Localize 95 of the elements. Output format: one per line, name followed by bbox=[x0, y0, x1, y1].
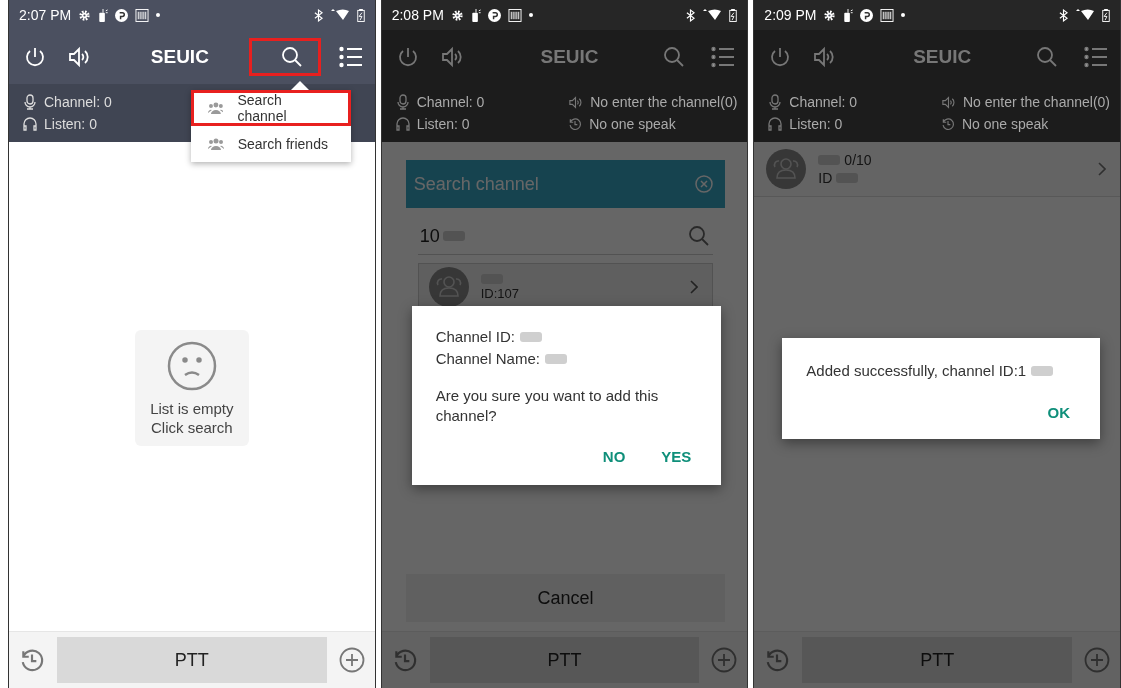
redaction-blur bbox=[1031, 366, 1054, 376]
group-avatar-icon bbox=[428, 267, 469, 307]
speaker-icon bbox=[940, 94, 956, 110]
add-circle-icon[interactable] bbox=[338, 647, 365, 673]
microphone-icon bbox=[23, 94, 37, 110]
gear-icon bbox=[823, 8, 837, 22]
group-avatar-icon bbox=[766, 149, 807, 189]
bluetooth-icon bbox=[686, 8, 696, 22]
channel-id: ID bbox=[818, 170, 833, 186]
redaction-blur bbox=[519, 332, 542, 342]
speaker-icon bbox=[67, 45, 91, 69]
barcode-icon bbox=[507, 8, 522, 22]
speaker-icon bbox=[568, 94, 584, 110]
dialog-field-label: Channel ID: bbox=[435, 327, 515, 347]
channel-status: No enter the channel(0) bbox=[962, 94, 1110, 110]
walkie-talkie-icon bbox=[98, 8, 109, 22]
dialog-message: Added successfully, channel ID:1 bbox=[806, 361, 1027, 381]
gear-icon bbox=[78, 8, 92, 22]
power-icon[interactable] bbox=[23, 45, 47, 69]
history-icon bbox=[764, 647, 791, 673]
dialog-message: Are you sure you want to add this channel? bbox=[435, 386, 660, 426]
empty-message: List is empty bbox=[150, 400, 234, 417]
channel-status: No enter the channel(0) bbox=[590, 94, 738, 110]
listen-count: Listen: 0 bbox=[789, 116, 843, 132]
dialog-title: Search channel bbox=[413, 173, 539, 195]
dialog-button[interactable]: YES bbox=[655, 444, 698, 469]
menu-item[interactable]: Search friends bbox=[190, 126, 351, 162]
search-value: 10 bbox=[419, 225, 440, 247]
ptt-button[interactable]: PTT bbox=[57, 637, 327, 683]
barcode-icon bbox=[880, 8, 895, 22]
dot-icon bbox=[156, 13, 161, 17]
ptt-button[interactable]: PTT bbox=[802, 637, 1072, 683]
battery-icon bbox=[729, 8, 738, 22]
status-time: 2:09 PM bbox=[764, 7, 817, 23]
history-icon bbox=[940, 117, 955, 131]
wifi-icon bbox=[702, 9, 723, 21]
ptt-button[interactable]: PTT bbox=[429, 637, 700, 683]
channel-count: Channel: 0 bbox=[44, 94, 112, 110]
add-circle-icon[interactable] bbox=[1084, 647, 1110, 673]
sad-face-icon bbox=[165, 340, 218, 392]
speaker-status: No one speak bbox=[961, 116, 1049, 132]
circle-p-icon bbox=[860, 8, 874, 22]
app-title: SEUIC bbox=[149, 46, 210, 68]
headphones-icon bbox=[23, 117, 37, 131]
app-title: SEUIC bbox=[539, 46, 600, 68]
search-icon bbox=[1035, 45, 1059, 69]
menu-icon[interactable] bbox=[338, 46, 363, 68]
gear-icon bbox=[450, 8, 464, 22]
dialog-field-label: Channel Name: bbox=[435, 349, 540, 369]
microphone-icon bbox=[768, 94, 783, 110]
speaker-icon bbox=[439, 45, 464, 69]
barcode-icon bbox=[135, 8, 150, 22]
history-icon bbox=[19, 647, 45, 673]
walkie-talkie-icon bbox=[843, 8, 854, 22]
status-time: 2:07 PM bbox=[19, 7, 72, 23]
bluetooth-icon bbox=[313, 8, 323, 22]
chevron-icon bbox=[690, 280, 699, 294]
dialog-button[interactable]: NO bbox=[596, 444, 632, 469]
channel-id: ID:107 bbox=[480, 285, 520, 301]
empty-message: Click search bbox=[151, 419, 233, 436]
circle-p-icon bbox=[487, 8, 501, 22]
search-button[interactable] bbox=[248, 38, 321, 76]
app-title: SEUIC bbox=[912, 46, 973, 68]
search-field[interactable]: 10 bbox=[417, 218, 714, 255]
dialog-button[interactable]: OK bbox=[1041, 400, 1076, 425]
circle-p-icon bbox=[115, 8, 129, 22]
microphone-icon bbox=[395, 94, 410, 110]
add-circle-icon[interactable] bbox=[711, 647, 738, 673]
headphones-icon bbox=[768, 117, 783, 131]
cancel-button[interactable]: Cancel bbox=[405, 574, 726, 622]
speaker-status: No one speak bbox=[589, 116, 676, 132]
bluetooth-icon bbox=[1059, 8, 1068, 22]
history-icon bbox=[568, 117, 583, 131]
wifi-icon bbox=[1075, 9, 1095, 21]
headphones-icon bbox=[395, 117, 410, 131]
chevron-icon bbox=[1098, 162, 1106, 176]
group-icon bbox=[207, 138, 224, 150]
walkie-talkie-icon bbox=[470, 8, 481, 22]
battery-icon bbox=[1102, 8, 1110, 22]
battery-icon bbox=[356, 8, 365, 22]
listen-count: Listen: 0 bbox=[44, 116, 97, 132]
channel-count: Channel: 0 bbox=[789, 94, 858, 110]
menu-icon[interactable] bbox=[1084, 46, 1108, 68]
search-icon bbox=[279, 45, 304, 69]
listen-count: Listen: 0 bbox=[416, 116, 470, 132]
status-time: 2:08 PM bbox=[391, 7, 444, 23]
dot-icon bbox=[528, 13, 533, 17]
menu-item[interactable]: Search channel bbox=[190, 90, 351, 126]
dot-icon bbox=[901, 13, 906, 17]
group-icon bbox=[207, 102, 224, 114]
menu-icon[interactable] bbox=[711, 46, 736, 68]
channel-count: Channel: 0 bbox=[416, 94, 485, 110]
member-count: 0/10 bbox=[844, 152, 872, 168]
wifi-icon bbox=[329, 9, 350, 21]
redaction-blur bbox=[544, 354, 567, 364]
